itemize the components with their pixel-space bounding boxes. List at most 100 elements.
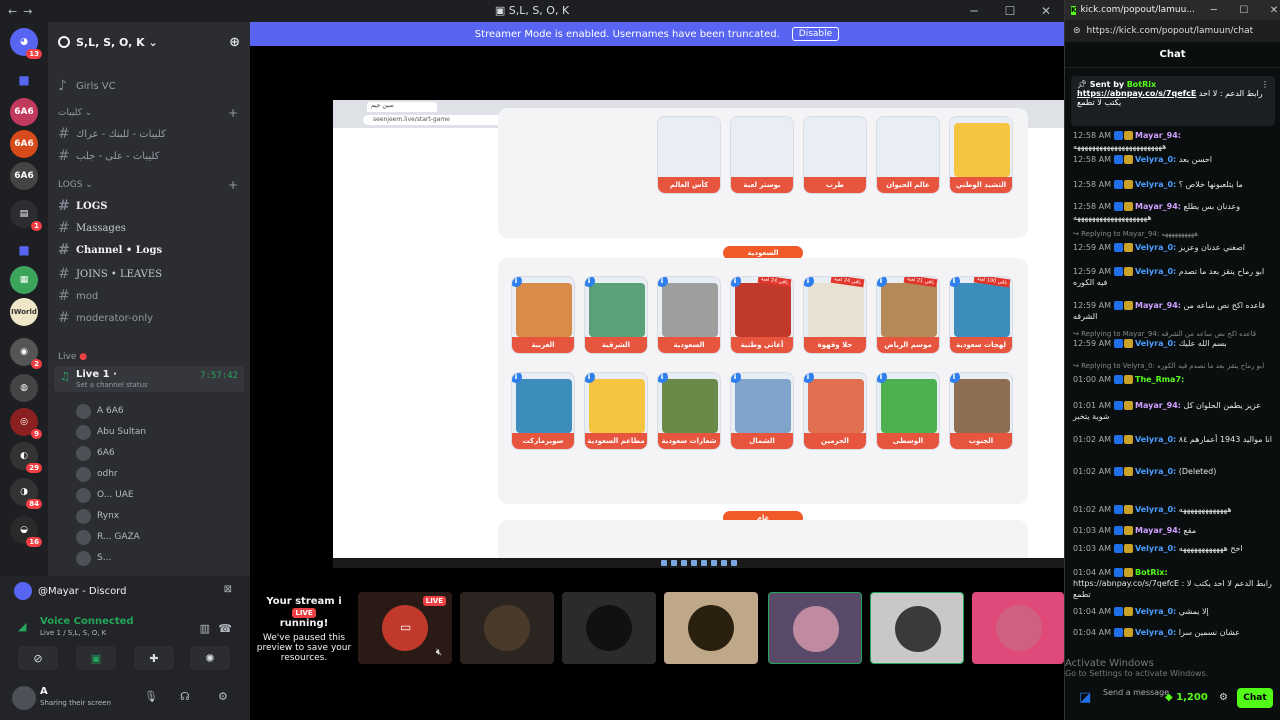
server-icon[interactable]: ◎ 9 (10, 408, 42, 439)
category-card[interactable]: النشيد الوطني (949, 116, 1013, 194)
server-icon[interactable]: 6A6 (10, 162, 38, 190)
server-icon[interactable]: ▤ 1 (10, 200, 42, 231)
discord-home-icon[interactable]: ◕ 13 (10, 28, 42, 59)
message-user[interactable]: Velyra_0: (1135, 155, 1176, 164)
close-icon[interactable]: ⊠ (224, 584, 232, 595)
category-card[interactable]: سوبرماركت i (511, 372, 575, 450)
server-icon[interactable]: ◒ 16 (10, 516, 42, 547)
message-user[interactable]: Velyra_0: (1135, 607, 1176, 616)
category-clips[interactable]: كليبات ⌄ (58, 108, 92, 118)
voice-user[interactable]: S... (76, 549, 111, 567)
chat-message[interactable]: 12:59 AM Velyra_0: بسم الله عليك (1073, 338, 1273, 349)
message-user[interactable]: Mayar_94: (1135, 401, 1181, 410)
stream-tile[interactable] (768, 592, 862, 664)
chat-message[interactable]: 12:58 AM Velyra_0: احسن بعد (1073, 154, 1273, 165)
message-user[interactable]: Mayar_94: (1135, 301, 1181, 310)
message-user[interactable]: BotRix: (1135, 568, 1168, 577)
activities-button[interactable]: ✚ (134, 646, 174, 670)
chat-message[interactable]: 01:04 AM Velyra_0: عشان نسمين سرا (1073, 627, 1273, 638)
microphone-icon[interactable]: 🎙︎ (144, 690, 158, 703)
channel-clips-1[interactable]: # كليبات - للبنك - عراك (58, 126, 166, 142)
category-card[interactable]: السعودية i (657, 276, 721, 354)
channel-moderator-only[interactable]: # moderator-only (58, 310, 153, 326)
server-header[interactable]: S,L, S, O, K ⌄ ⊕ (48, 22, 250, 62)
channel-joins-leaves[interactable]: # JOINS • LEAVES (58, 266, 162, 282)
voice-user[interactable]: 6A6 (76, 444, 115, 462)
channel-massages[interactable]: # Massages (58, 220, 126, 236)
server-icon[interactable]: IWorld (10, 298, 38, 326)
category-card[interactable]: الجنوب i (949, 372, 1013, 450)
channel-mod[interactable]: # mod (58, 288, 98, 304)
stream-tile[interactable]: LIVE ▭ 🔇︎ (358, 592, 452, 664)
add-channel-icon[interactable]: + (228, 178, 238, 192)
message-user[interactable]: Velyra_0: (1135, 339, 1176, 348)
category-card[interactable]: عالم الحيوان (876, 116, 940, 194)
chat-message[interactable]: 12:59 AM Velyra_0: ابو رماح يتقز بعد ما ت… (1073, 266, 1273, 288)
activity-row[interactable]: @Mayar - Discord (14, 582, 126, 600)
disable-button[interactable]: Disable (791, 27, 840, 41)
category-card[interactable]: أغاني وطنية i باقي 24 لعبة (730, 276, 794, 354)
chat-message[interactable]: 01:02 AM Velyra_0: انا مواليد 1943 أعماره… (1073, 434, 1273, 445)
category-card[interactable]: الشرقية i (584, 276, 648, 354)
category-card[interactable]: مطاعم السعودية i (584, 372, 648, 450)
voice-channel-live-1[interactable]: ♫ Live 1 · Set a channel status 7:57:42 (54, 366, 244, 392)
category-card[interactable]: طرب (803, 116, 867, 194)
server-icon[interactable]: 6A6 (10, 130, 38, 158)
message-user[interactable]: The_Rma7: (1135, 375, 1184, 384)
avatar[interactable] (12, 686, 36, 710)
server-icon[interactable]: ◑ 84 (10, 478, 42, 509)
stream-tile[interactable] (460, 592, 554, 664)
voice-user[interactable]: Rynx (76, 507, 119, 525)
category-card[interactable]: كأس العالم (657, 116, 721, 194)
pinned-message[interactable]: 📌︎ Sent by BotRix ⋮ https://abnpay.co/s/7… (1071, 76, 1275, 126)
maximize-icon[interactable]: ☐ (1229, 5, 1259, 16)
settings-gear-icon[interactable]: ⚙ (218, 690, 228, 703)
stream-tile[interactable] (870, 592, 964, 664)
kick-url-bar[interactable]: ⊜ https://kick.com/popout/lamuun/chat (1065, 20, 1280, 42)
channel-girls-vc[interactable]: ♪ Girls VC (58, 78, 116, 94)
category-card[interactable]: شعارات سعودية i (657, 372, 721, 450)
stream-tile[interactable] (562, 592, 656, 664)
points[interactable]: ◆ 1,200 (1165, 692, 1208, 703)
add-user-icon[interactable]: ⊕ (229, 35, 240, 50)
chat-message[interactable]: 12:58 AM Mayar_94: وعدنان بس يطلع ههههههه… (1073, 201, 1273, 223)
server-icon[interactable]: ◍ (10, 374, 38, 402)
message-user[interactable]: Mayar_94: (1135, 526, 1181, 535)
muted-icon[interactable]: 🔇︎ (436, 647, 442, 658)
category-card[interactable]: موسم الرياض i باقي 21 لعبة (876, 276, 940, 354)
category-card[interactable]: الشمال i (730, 372, 794, 450)
chat-message[interactable]: 01:03 AM Velyra_0: احح ههههههههههههه (1073, 543, 1273, 554)
chat-message[interactable]: 12:59 AM Mayar_94: قاعده اكح نص ساعه من ا… (1073, 300, 1273, 322)
headphones-icon[interactable]: ☊ (180, 690, 190, 703)
add-channel-icon[interactable]: + (228, 106, 238, 120)
screen-share-button[interactable]: ▣ (76, 646, 116, 670)
message-user[interactable]: Velyra_0: (1135, 267, 1176, 276)
message-user[interactable]: Velyra_0: (1135, 544, 1176, 553)
category-card[interactable]: لهجات سعودية i باقي 100 لعبة (949, 276, 1013, 354)
close-icon[interactable]: ✕ (1259, 5, 1280, 16)
chat-message[interactable]: 01:03 AM Mayar_94: مقع (1073, 525, 1273, 536)
voice-user[interactable]: O... UAE (76, 486, 134, 504)
chat-send-button[interactable]: Chat (1237, 688, 1273, 708)
chat-message[interactable]: 01:02 AM Velyra_0: (Deleted) (1073, 466, 1273, 477)
category-live[interactable]: Live ● (58, 352, 87, 362)
chat-input[interactable]: Send a message (1103, 688, 1169, 698)
server-icon[interactable]: ◉ 2 (10, 338, 42, 369)
stream-video[interactable]: سين جيم seenjeem.live/start-game السعودي… (333, 100, 1064, 568)
settings-gear-icon[interactable]: ⚙ (1219, 692, 1228, 703)
server-icon[interactable]: ▦ (10, 266, 38, 294)
channel-logs[interactable]: # LOGS (58, 198, 108, 214)
stream-tile[interactable] (664, 592, 758, 664)
chat-message[interactable]: 01:04 AM Velyra_0: إلا يمشي (1073, 606, 1273, 617)
channel-channel-logs[interactable]: # Channel • Logs (58, 242, 162, 258)
close-icon[interactable]: ✕ (1028, 0, 1064, 22)
minimize-icon[interactable]: ─ (1199, 5, 1229, 16)
category-card[interactable]: بوستر لعبة (730, 116, 794, 194)
stream-tile[interactable] (972, 592, 1064, 664)
emote-icon[interactable]: ◪ (1079, 690, 1091, 705)
message-user[interactable]: Velyra_0: (1135, 505, 1176, 514)
message-user[interactable]: Velyra_0: (1135, 435, 1176, 444)
chat-message[interactable]: 12:58 AM Velyra_0: ما يتلعبونها خلاص ؟ (1073, 179, 1273, 190)
folder-icon[interactable]: ■ (10, 66, 38, 94)
category-card[interactable]: حلا وقهوة i باقي 24 لعبة (803, 276, 867, 354)
